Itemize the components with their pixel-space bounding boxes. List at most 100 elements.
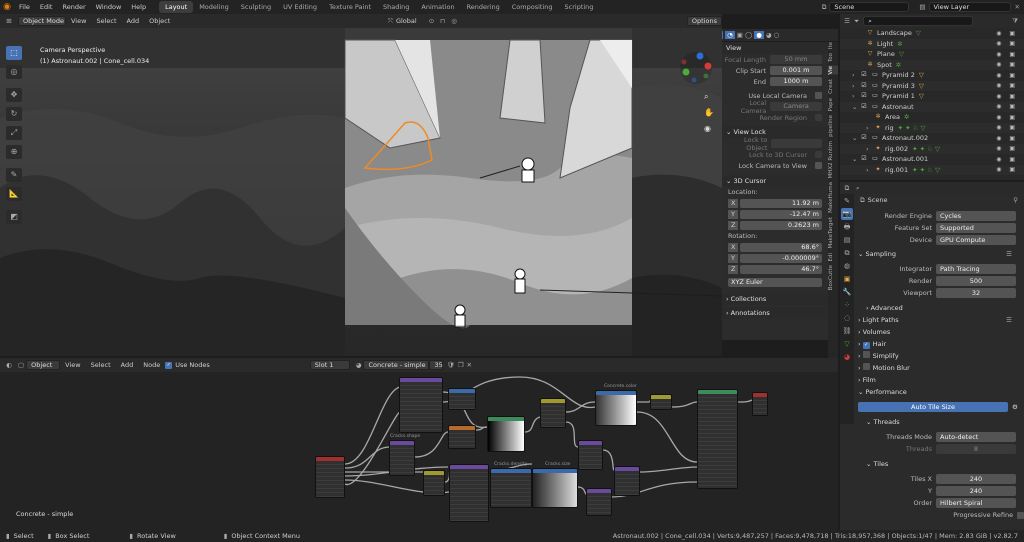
shading-rendered-icon[interactable]: ○ [774,31,780,39]
visibility-toggles-icon[interactable]: ◉ ▣ [996,72,1018,79]
outliner-funnel-icon[interactable]: ⧩ [1012,17,1018,26]
advanced-section[interactable]: Advanced [840,302,1024,314]
motion-blur-checkbox[interactable] [862,363,870,370]
shading-wireframe-icon[interactable]: ◯ [745,31,752,39]
threads-mode-dropdown[interactable]: Auto-detect [936,432,1016,442]
physics-properties-icon[interactable]: ◌ [841,312,853,324]
node-cracks-size[interactable] [532,468,578,508]
collection-checkbox-icon[interactable]: ☑ [860,155,868,163]
menu-edit[interactable]: Edit [35,3,58,11]
rotation-mode-dropdown[interactable]: XYZ Euler [728,278,822,287]
pivot-icon[interactable]: ⊙ [429,17,434,25]
visibility-toggles-icon[interactable]: ◉ ▣ [996,93,1018,100]
shader-node-editor[interactable]: Cracks.shape Cracks.density Cracks.size … [0,372,838,530]
view-layer-icon[interactable]: ▤ [919,3,925,11]
cursor-rotation-z[interactable]: 46.7° [740,265,822,274]
tab-compositing[interactable]: Compositing [506,1,559,13]
outliner-item-rig-001[interactable]: › ✦ rig.001 ✦ ✦ ♘ ▽ ◉ ▣ [840,164,1024,175]
hair-section[interactable]: ✓Hair [840,338,1024,350]
lock-camera-to-view-checkbox[interactable] [815,162,822,169]
hair-checkbox[interactable]: ✓ [862,342,870,349]
visibility-toggles-icon[interactable]: ◉ ▣ [996,166,1018,173]
outliner-item-astronaut-002[interactable]: ⌄ ☑ ▭ Astronaut.002 ◉ ▣ [840,133,1024,144]
clip-end-field[interactable]: 1000 m [770,77,822,86]
node-editor-type-icon[interactable]: ◐ [0,361,18,369]
select-box-tool-icon[interactable]: ⬚ [6,46,22,60]
sidebar-tab-paper[interactable]: Pape [828,98,838,111]
render-properties-icon[interactable]: 📷 [841,208,853,220]
expand-arrow-icon[interactable]: › [866,166,874,174]
material-properties-icon[interactable]: ◕ [841,351,853,363]
particle-properties-icon[interactable]: ⁘ [841,299,853,311]
sidebar-tab-pipeline[interactable]: pipeline [828,115,838,137]
node-menu-add[interactable]: Add [116,361,139,369]
performance-section[interactable]: Performance [840,386,1024,398]
outliner-filter-icon[interactable]: ⏷ [854,17,859,26]
collection-checkbox-icon[interactable]: ☑ [860,103,868,111]
properties-search-icon[interactable]: ⌕ [856,184,860,193]
xray-icon[interactable]: ▣ [737,31,743,39]
shading-solid-icon[interactable]: ● [754,31,764,39]
visibility-toggles-icon[interactable]: ◉ ▣ [996,51,1018,58]
auto-tile-size-button[interactable]: Auto Tile Size [858,402,1008,412]
tab-sculpting[interactable]: Sculpting [235,1,277,13]
viewport-menu-select[interactable]: Select [91,17,121,25]
close-icon[interactable]: ✕ [1015,3,1020,11]
use-local-camera-checkbox[interactable] [815,92,822,99]
outliner-item-area[interactable]: ✲ Area ✲ ◉ ▣ [840,112,1024,123]
scene-icon[interactable]: ⧉ [822,3,827,12]
constraint-properties-icon[interactable]: ⛓ [841,325,853,337]
tiles-x-field[interactable]: 240 [936,474,1016,484]
view-layer-properties-icon[interactable]: ▤ [841,234,853,246]
device-dropdown[interactable]: GPU Compute [936,235,1016,245]
sidebar-tab-edit[interactable]: Edi [828,253,838,262]
sidebar-tab-item[interactable]: Ite [828,42,838,49]
menu-window[interactable]: Window [91,3,127,11]
tab-layout[interactable]: Layout [159,1,194,13]
visibility-toggles-icon[interactable]: ◉ ▣ [996,124,1018,131]
view-panel-header[interactable]: View [722,42,828,54]
orientation-selector[interactable]: Global [396,17,417,25]
orientation-icon[interactable]: ⤧ [388,17,393,26]
tiles-y-field[interactable]: 240 [936,486,1016,496]
node-math-2[interactable] [448,425,476,449]
tab-uv-editing[interactable]: UV Editing [277,1,323,13]
material-sphere-icon[interactable]: ◕ [356,361,362,369]
simplify-section[interactable]: Simplify [840,350,1024,362]
render-samples-field[interactable]: 500 [936,276,1016,286]
visibility-toggles-icon[interactable]: ◉ ▣ [996,82,1018,89]
3d-viewport[interactable]: Camera Perspective (1) Astronaut.002 | C… [0,28,722,356]
editor-type-icon[interactable]: ⊞ [0,17,18,25]
local-camera-field[interactable]: Camera [770,102,822,111]
visibility-toggles-icon[interactable]: ◉ ▣ [996,103,1018,110]
lock-to-object-field[interactable] [771,139,822,148]
viewport-samples-field[interactable]: 32 [936,288,1016,298]
node-menu-node[interactable]: Node [138,361,165,369]
blender-logo-icon[interactable]: ◉ [0,2,14,12]
measure-tool-icon[interactable]: 📐 [6,187,22,201]
node-voronoi-texture[interactable] [449,464,489,522]
outliner-item-rig-002[interactable]: › ✦ rig.002 ✦ ✦ ♘ ▽ ◉ ▣ [840,143,1024,154]
node-bump[interactable] [578,440,603,470]
menu-file[interactable]: File [14,3,35,11]
outliner-item-rig[interactable]: › ✦ rig ✦ ✦ ♘ ▽ ◉ ▣ [840,122,1024,133]
clip-start-field[interactable]: 0.001 m [770,66,822,75]
render-region-checkbox[interactable] [815,114,822,121]
node-mapping-top[interactable] [399,377,443,433]
outliner-item-pyramid-1[interactable]: › ☑ ▭ Pyramid 1 ▽ ◉ ▣ [840,91,1024,102]
collection-checkbox-icon[interactable]: ☑ [860,92,868,100]
viewport-menu-view[interactable]: View [66,17,91,25]
tiles-section[interactable]: Tiles [840,458,1024,470]
move-tool-icon[interactable]: ✥ [6,88,22,102]
material-name-field[interactable]: Concrete - simple [363,360,430,370]
node-menu-view[interactable]: View [60,361,85,369]
scene-properties-icon[interactable]: ⧉ [841,247,853,259]
cursor-rotation-x[interactable]: 68.6° [740,243,822,252]
cursor-location-z[interactable]: 0.2623 m [740,221,822,230]
shader-type-selector[interactable]: Object [26,360,61,370]
outliner-item-light[interactable]: ✲ Light ✲ ◉ ▣ [840,38,1024,49]
node-concrete-color[interactable] [595,390,637,426]
overlay-icon[interactable]: ◔ [725,31,735,39]
collections-panel-header[interactable]: › Collections [722,293,828,305]
list-icon[interactable]: ☰ [1006,314,1012,326]
